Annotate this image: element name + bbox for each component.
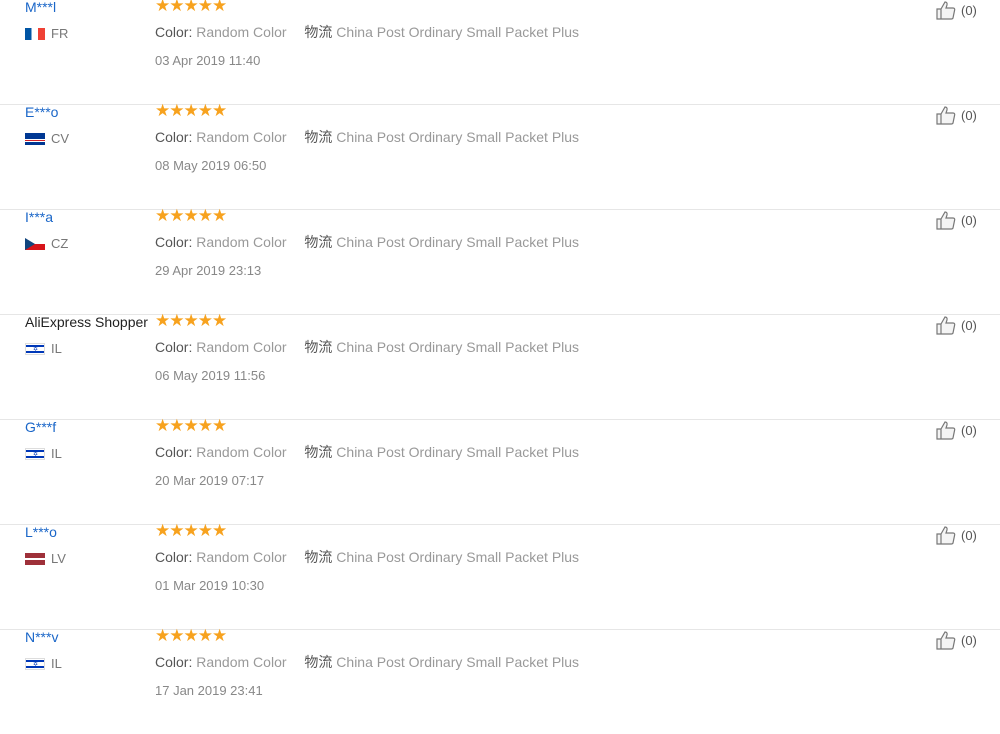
helpful-button[interactable]: (0) bbox=[935, 420, 977, 440]
thumbs-up-icon bbox=[936, 106, 956, 125]
reviewer-country: ✡ IL bbox=[25, 341, 62, 356]
review-item: N***v ✡ IL ★★★★★ Color: Random Color 物流 … bbox=[0, 626, 1000, 734]
helpful-count: (0) bbox=[961, 2, 977, 18]
rating-stars: ★★★★★ bbox=[155, 101, 227, 120]
thumbs-up-icon bbox=[936, 316, 956, 335]
review-date: 20 Mar 2019 07:17 bbox=[155, 473, 265, 488]
helpful-button[interactable]: (0) bbox=[935, 210, 977, 230]
reviewer-name[interactable]: G***f bbox=[25, 419, 56, 435]
review-item: E***o CV ★★★★★ Color: Random Color 物流 Ch… bbox=[0, 101, 1000, 210]
country-code: CZ bbox=[51, 236, 69, 251]
order-details: Color: Random Color 物流 China Post Ordina… bbox=[155, 24, 580, 40]
thumbs-up-icon bbox=[936, 1, 956, 20]
flag-il-icon: ✡ bbox=[25, 657, 45, 670]
order-details: Color: Random Color 物流 China Post Ordina… bbox=[155, 339, 580, 355]
order-details: Color: Random Color 物流 China Post Ordina… bbox=[155, 444, 580, 460]
helpful-count: (0) bbox=[961, 107, 977, 123]
reviewer-name[interactable]: L***o bbox=[25, 524, 57, 540]
thumbs-up-icon bbox=[936, 211, 956, 230]
review-date: 17 Jan 2019 23:41 bbox=[155, 683, 263, 698]
rating-stars: ★★★★★ bbox=[155, 626, 227, 645]
review-item: M***l FR ★★★★★ Color: Random Color 物流 Ch… bbox=[0, 0, 1000, 105]
rating-stars: ★★★★★ bbox=[155, 521, 227, 540]
flag-cv-icon bbox=[25, 132, 45, 145]
flag-cz-icon bbox=[25, 237, 45, 250]
rating-stars: ★★★★★ bbox=[155, 311, 227, 330]
flag-lv-icon bbox=[25, 552, 45, 565]
country-code: FR bbox=[51, 26, 69, 41]
rating-stars: ★★★★★ bbox=[155, 0, 227, 15]
flag-il-icon: ✡ bbox=[25, 342, 45, 355]
country-code: CV bbox=[51, 131, 70, 146]
helpful-button[interactable]: (0) bbox=[935, 525, 977, 545]
reviewer-name[interactable]: E***o bbox=[25, 104, 58, 120]
helpful-button[interactable]: (0) bbox=[935, 105, 977, 125]
review-date: 01 Mar 2019 10:30 bbox=[155, 578, 265, 593]
reviewer-name[interactable]: M***l bbox=[25, 0, 56, 15]
helpful-button[interactable]: (0) bbox=[935, 315, 977, 335]
helpful-count: (0) bbox=[961, 212, 977, 228]
thumbs-up-icon bbox=[936, 631, 956, 650]
review-item: L***o LV ★★★★★ Color: Random Color 物流 Ch… bbox=[0, 521, 1000, 630]
country-code: LV bbox=[51, 551, 66, 566]
order-details: Color: Random Color 物流 China Post Ordina… bbox=[155, 129, 580, 145]
thumbs-up-icon bbox=[936, 526, 956, 545]
reviewer-country: CZ bbox=[25, 236, 68, 251]
helpful-count: (0) bbox=[961, 527, 977, 543]
review-date: 06 May 2019 11:56 bbox=[155, 368, 266, 383]
review-item: AliExpress Shopper ✡ IL ★★★★★ Color: Ran… bbox=[0, 311, 1000, 420]
helpful-count: (0) bbox=[961, 317, 977, 333]
helpful-button[interactable]: (0) bbox=[935, 630, 977, 650]
review-date: 29 Apr 2019 23:13 bbox=[155, 263, 262, 278]
country-code: IL bbox=[51, 446, 62, 461]
helpful-button[interactable]: (0) bbox=[935, 0, 977, 20]
review-item: G***f ✡ IL ★★★★★ Color: Random Color 物流 … bbox=[0, 416, 1000, 525]
review-list: M***l FR ★★★★★ Color: Random Color 物流 Ch… bbox=[0, 0, 1000, 734]
flag-fr-icon bbox=[25, 27, 45, 40]
helpful-count: (0) bbox=[961, 422, 977, 438]
thumbs-up-icon bbox=[936, 421, 956, 440]
reviewer-country: CV bbox=[25, 131, 69, 146]
reviewer-country: FR bbox=[25, 26, 68, 41]
country-code: IL bbox=[51, 341, 62, 356]
reviewer-name[interactable]: N***v bbox=[25, 629, 58, 645]
reviewer-country: ✡ IL bbox=[25, 446, 62, 461]
reviewer-country: LV bbox=[25, 551, 66, 566]
review-date: 03 Apr 2019 11:40 bbox=[155, 53, 261, 68]
order-details: Color: Random Color 物流 China Post Ordina… bbox=[155, 654, 580, 670]
flag-il-icon: ✡ bbox=[25, 447, 45, 460]
reviewer-country: ✡ IL bbox=[25, 656, 62, 671]
reviewer-name[interactable]: I***a bbox=[25, 209, 53, 225]
rating-stars: ★★★★★ bbox=[155, 416, 227, 435]
review-date: 08 May 2019 06:50 bbox=[155, 158, 267, 173]
country-code: IL bbox=[51, 656, 62, 671]
order-details: Color: Random Color 物流 China Post Ordina… bbox=[155, 549, 580, 565]
reviewer-name: AliExpress Shopper bbox=[25, 314, 148, 330]
review-item: I***a CZ ★★★★★ Color: Random Color 物流 Ch… bbox=[0, 206, 1000, 315]
rating-stars: ★★★★★ bbox=[155, 206, 227, 225]
order-details: Color: Random Color 物流 China Post Ordina… bbox=[155, 234, 580, 250]
helpful-count: (0) bbox=[961, 632, 977, 648]
